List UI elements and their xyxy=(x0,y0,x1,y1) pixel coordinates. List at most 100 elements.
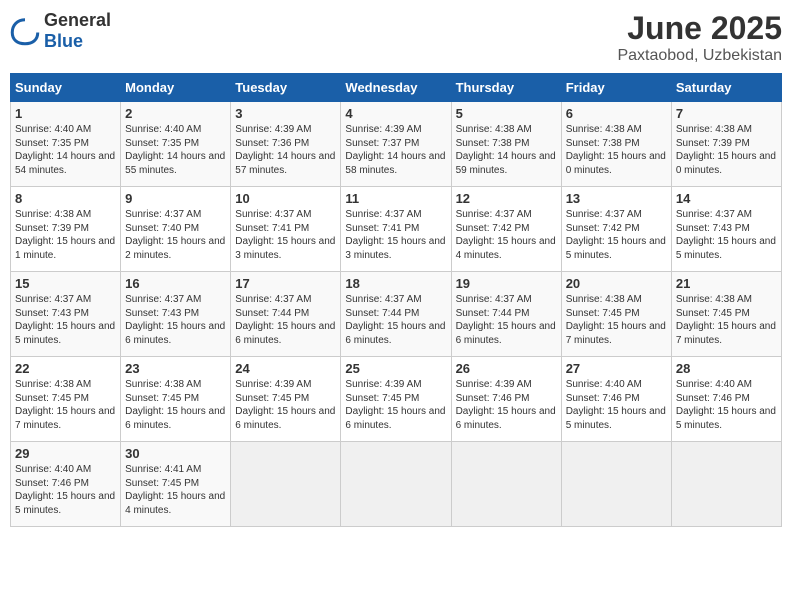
calendar-cell xyxy=(451,442,561,527)
calendar-cell: 10 Sunrise: 4:37 AM Sunset: 7:41 PM Dayl… xyxy=(231,187,341,272)
day-number: 22 xyxy=(15,361,116,376)
sunset-label: Sunset: 7:42 PM xyxy=(456,223,530,234)
col-friday: Friday xyxy=(561,74,671,102)
cell-content: Sunrise: 4:37 AM Sunset: 7:44 PM Dayligh… xyxy=(235,293,336,347)
day-number: 4 xyxy=(345,106,446,121)
sunset-label: Sunset: 7:45 PM xyxy=(15,393,89,404)
sunrise-label: Sunrise: 4:40 AM xyxy=(125,124,201,135)
daylight-label: Daylight: 15 hours and 6 minutes. xyxy=(456,406,556,431)
calendar-cell: 25 Sunrise: 4:39 AM Sunset: 7:45 PM Dayl… xyxy=(341,357,451,442)
sunrise-label: Sunrise: 4:38 AM xyxy=(566,124,642,135)
daylight-label: Daylight: 14 hours and 55 minutes. xyxy=(125,151,225,176)
day-number: 6 xyxy=(566,106,667,121)
day-number: 14 xyxy=(676,191,777,206)
calendar-cell: 21 Sunrise: 4:38 AM Sunset: 7:45 PM Dayl… xyxy=(671,272,781,357)
day-number: 21 xyxy=(676,276,777,291)
cell-content: Sunrise: 4:38 AM Sunset: 7:45 PM Dayligh… xyxy=(15,378,116,432)
daylight-label: Daylight: 14 hours and 59 minutes. xyxy=(456,151,556,176)
sunrise-label: Sunrise: 4:38 AM xyxy=(676,294,752,305)
daylight-label: Daylight: 15 hours and 5 minutes. xyxy=(676,406,776,431)
sunset-label: Sunset: 7:45 PM xyxy=(235,393,309,404)
calendar-cell xyxy=(671,442,781,527)
sunset-label: Sunset: 7:39 PM xyxy=(15,223,89,234)
cell-content: Sunrise: 4:39 AM Sunset: 7:45 PM Dayligh… xyxy=(345,378,446,432)
day-number: 15 xyxy=(15,276,116,291)
cell-content: Sunrise: 4:38 AM Sunset: 7:45 PM Dayligh… xyxy=(566,293,667,347)
day-number: 11 xyxy=(345,191,446,206)
calendar-cell xyxy=(341,442,451,527)
sunset-label: Sunset: 7:36 PM xyxy=(235,138,309,149)
calendar-cell: 20 Sunrise: 4:38 AM Sunset: 7:45 PM Dayl… xyxy=(561,272,671,357)
sunrise-label: Sunrise: 4:40 AM xyxy=(676,379,752,390)
calendar-cell: 6 Sunrise: 4:38 AM Sunset: 7:38 PM Dayli… xyxy=(561,102,671,187)
sunset-label: Sunset: 7:38 PM xyxy=(566,138,640,149)
calendar-week-2: 8 Sunrise: 4:38 AM Sunset: 7:39 PM Dayli… xyxy=(11,187,782,272)
sunrise-label: Sunrise: 4:38 AM xyxy=(676,124,752,135)
day-number: 8 xyxy=(15,191,116,206)
calendar-cell: 8 Sunrise: 4:38 AM Sunset: 7:39 PM Dayli… xyxy=(11,187,121,272)
sunrise-label: Sunrise: 4:39 AM xyxy=(235,124,311,135)
cell-content: Sunrise: 4:39 AM Sunset: 7:37 PM Dayligh… xyxy=(345,123,446,177)
sunrise-label: Sunrise: 4:37 AM xyxy=(345,294,421,305)
sunrise-label: Sunrise: 4:38 AM xyxy=(15,379,91,390)
cell-content: Sunrise: 4:38 AM Sunset: 7:45 PM Dayligh… xyxy=(676,293,777,347)
calendar-cell: 13 Sunrise: 4:37 AM Sunset: 7:42 PM Dayl… xyxy=(561,187,671,272)
cell-content: Sunrise: 4:39 AM Sunset: 7:36 PM Dayligh… xyxy=(235,123,336,177)
day-number: 2 xyxy=(125,106,226,121)
sunset-label: Sunset: 7:45 PM xyxy=(345,393,419,404)
sunrise-label: Sunrise: 4:37 AM xyxy=(456,209,532,220)
day-number: 3 xyxy=(235,106,336,121)
daylight-label: Daylight: 14 hours and 57 minutes. xyxy=(235,151,335,176)
calendar-cell: 5 Sunrise: 4:38 AM Sunset: 7:38 PM Dayli… xyxy=(451,102,561,187)
day-number: 12 xyxy=(456,191,557,206)
day-number: 16 xyxy=(125,276,226,291)
sunset-label: Sunset: 7:41 PM xyxy=(235,223,309,234)
cell-content: Sunrise: 4:38 AM Sunset: 7:39 PM Dayligh… xyxy=(15,208,116,262)
sunrise-label: Sunrise: 4:37 AM xyxy=(125,294,201,305)
cell-content: Sunrise: 4:40 AM Sunset: 7:46 PM Dayligh… xyxy=(566,378,667,432)
cell-content: Sunrise: 4:39 AM Sunset: 7:46 PM Dayligh… xyxy=(456,378,557,432)
sunset-label: Sunset: 7:43 PM xyxy=(15,308,89,319)
daylight-label: Daylight: 15 hours and 1 minute. xyxy=(15,236,115,261)
cell-content: Sunrise: 4:37 AM Sunset: 7:43 PM Dayligh… xyxy=(125,293,226,347)
cell-content: Sunrise: 4:40 AM Sunset: 7:35 PM Dayligh… xyxy=(15,123,116,177)
sunrise-label: Sunrise: 4:37 AM xyxy=(676,209,752,220)
cell-content: Sunrise: 4:37 AM Sunset: 7:41 PM Dayligh… xyxy=(345,208,446,262)
cell-content: Sunrise: 4:38 AM Sunset: 7:39 PM Dayligh… xyxy=(676,123,777,177)
sunrise-label: Sunrise: 4:37 AM xyxy=(456,294,532,305)
calendar-cell: 22 Sunrise: 4:38 AM Sunset: 7:45 PM Dayl… xyxy=(11,357,121,442)
day-number: 20 xyxy=(566,276,667,291)
sunrise-label: Sunrise: 4:37 AM xyxy=(125,209,201,220)
calendar-cell: 19 Sunrise: 4:37 AM Sunset: 7:44 PM Dayl… xyxy=(451,272,561,357)
daylight-label: Daylight: 15 hours and 7 minutes. xyxy=(676,321,776,346)
cell-content: Sunrise: 4:41 AM Sunset: 7:45 PM Dayligh… xyxy=(125,463,226,517)
calendar-cell: 18 Sunrise: 4:37 AM Sunset: 7:44 PM Dayl… xyxy=(341,272,451,357)
cell-content: Sunrise: 4:40 AM Sunset: 7:46 PM Dayligh… xyxy=(15,463,116,517)
daylight-label: Daylight: 15 hours and 5 minutes. xyxy=(15,321,115,346)
daylight-label: Daylight: 15 hours and 6 minutes. xyxy=(345,321,445,346)
sunrise-label: Sunrise: 4:38 AM xyxy=(566,294,642,305)
daylight-label: Daylight: 15 hours and 5 minutes. xyxy=(566,406,666,431)
col-sunday: Sunday xyxy=(11,74,121,102)
calendar-cell: 15 Sunrise: 4:37 AM Sunset: 7:43 PM Dayl… xyxy=(11,272,121,357)
sunrise-label: Sunrise: 4:39 AM xyxy=(456,379,532,390)
calendar-week-3: 15 Sunrise: 4:37 AM Sunset: 7:43 PM Dayl… xyxy=(11,272,782,357)
calendar-cell xyxy=(561,442,671,527)
sunrise-label: Sunrise: 4:40 AM xyxy=(15,464,91,475)
calendar-cell: 29 Sunrise: 4:40 AM Sunset: 7:46 PM Dayl… xyxy=(11,442,121,527)
calendar-cell: 30 Sunrise: 4:41 AM Sunset: 7:45 PM Dayl… xyxy=(121,442,231,527)
sunset-label: Sunset: 7:41 PM xyxy=(345,223,419,234)
sunset-label: Sunset: 7:40 PM xyxy=(125,223,199,234)
daylight-label: Daylight: 15 hours and 5 minutes. xyxy=(566,236,666,261)
sunset-label: Sunset: 7:46 PM xyxy=(676,393,750,404)
sunset-label: Sunset: 7:35 PM xyxy=(15,138,89,149)
sunrise-label: Sunrise: 4:39 AM xyxy=(345,124,421,135)
title-area: June 2025 Paxtaobod, Uzbekistan xyxy=(617,10,782,65)
calendar-cell: 2 Sunrise: 4:40 AM Sunset: 7:35 PM Dayli… xyxy=(121,102,231,187)
sunrise-label: Sunrise: 4:37 AM xyxy=(566,209,642,220)
location-title: Paxtaobod, Uzbekistan xyxy=(617,47,782,65)
sunset-label: Sunset: 7:39 PM xyxy=(676,138,750,149)
sunrise-label: Sunrise: 4:38 AM xyxy=(456,124,532,135)
calendar-cell: 17 Sunrise: 4:37 AM Sunset: 7:44 PM Dayl… xyxy=(231,272,341,357)
sunrise-label: Sunrise: 4:38 AM xyxy=(15,209,91,220)
